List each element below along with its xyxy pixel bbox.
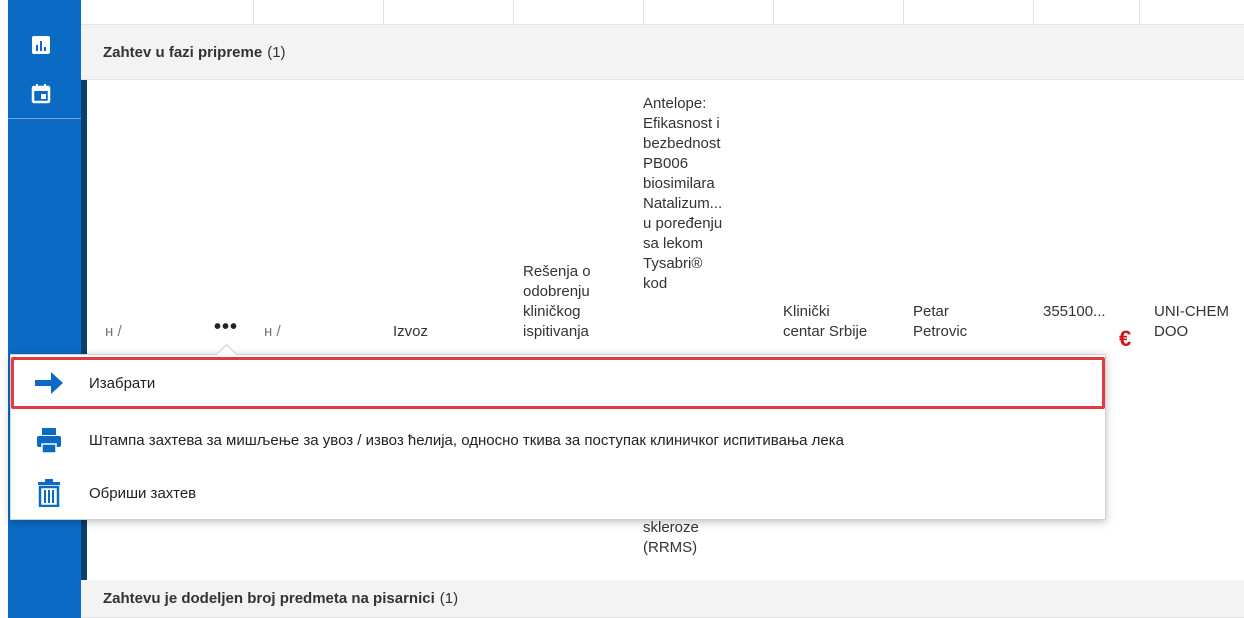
menu-item-label: Обриши захтев — [89, 484, 197, 502]
printer-icon — [33, 426, 65, 454]
group-count: (1) — [439, 590, 459, 607]
sidebar-divider — [8, 118, 81, 119]
table-header-row — [81, 0, 1244, 25]
group-label: Zahtevu je dodeljen broj predmeta na pis… — [103, 590, 435, 607]
cell-decision: Rešenja o odobrenju kliničkog ispitivanj… — [523, 263, 591, 340]
menu-item-label: Штампа захтева за мишљење за увоз / изво… — [89, 431, 844, 449]
cell-amount: 355100... — [1043, 303, 1106, 320]
trash-icon — [33, 479, 65, 508]
sidebar — [8, 0, 81, 618]
group-count: (1) — [267, 43, 286, 61]
menu-item-label: Изабрати — [89, 374, 156, 392]
bar-chart-icon[interactable] — [31, 35, 51, 55]
menu-item-select[interactable]: Изабрати — [11, 357, 1105, 409]
group-label: Zahtev u fazi pripreme — [103, 43, 263, 61]
cell-study-title: Antelope: Efikasnost i bezbednost PB006 … — [643, 95, 723, 292]
arrow-right-icon — [33, 369, 65, 397]
cell-company: UNI-CHEM DOO — [1154, 303, 1229, 340]
menu-item-delete-request[interactable]: Обриши захтев — [11, 467, 1105, 519]
row-context-menu: Изабрати Штампа захтева за мишљење за ув… — [10, 343, 1106, 520]
cell-number-1: н / — [105, 323, 122, 340]
group-header-preparation[interactable]: Zahtev u fazi pripreme (1) — [81, 25, 1244, 80]
group-header-registry[interactable]: Zahtevu je dodeljen broj predmeta na pis… — [81, 580, 1244, 618]
cell-institution: Klinički centar Srbije — [783, 303, 868, 340]
cell-study-title-tail: skleroze (RRMS) — [643, 519, 699, 556]
cell-person: Petar Petrovic — [913, 303, 968, 340]
cell-number-2: н / — [264, 323, 281, 340]
euro-icon: € — [1119, 326, 1132, 351]
calendar-icon[interactable] — [31, 84, 51, 104]
main-content: Zahtev u fazi pripreme (1) н / ••• н / I… — [81, 0, 1244, 618]
cell-type: Izvoz — [393, 323, 429, 340]
more-actions-icon[interactable]: ••• — [214, 316, 238, 339]
menu-item-print-request[interactable]: Штампа захтева за мишљење за увоз / изво… — [11, 414, 1105, 466]
